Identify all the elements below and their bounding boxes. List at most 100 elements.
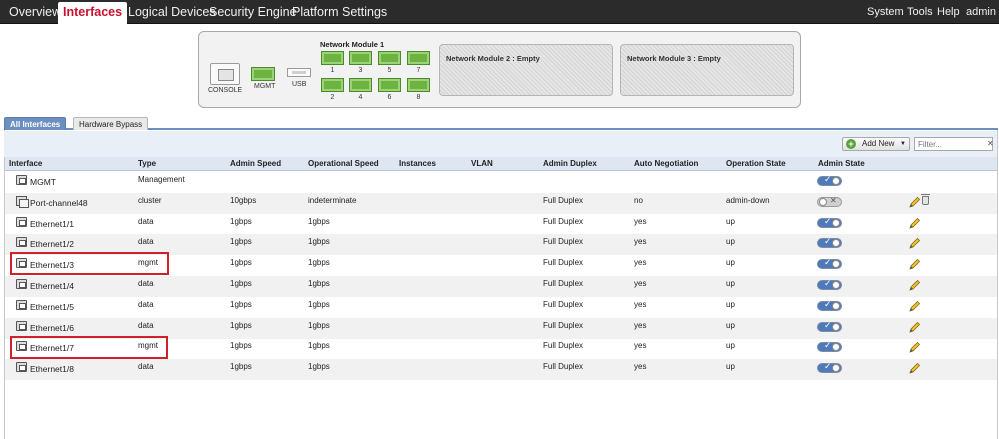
- auto-negotiation-cell: yes: [634, 237, 647, 247]
- admin-speed-cell: 1gbps: [230, 362, 252, 372]
- admin-state-toggle[interactable]: ✓: [817, 320, 842, 332]
- edit-pencil-icon[interactable]: [909, 361, 921, 374]
- col-instances[interactable]: Instances: [399, 157, 436, 171]
- admin-state-toggle[interactable]: ✓: [817, 361, 842, 374]
- operational-speed-cell: 1gbps: [308, 299, 330, 309]
- operational-speed-cell: 1gbps: [308, 320, 330, 330]
- nav-tools[interactable]: Tools: [907, 0, 933, 24]
- table-row[interactable]: Ethernet1/4 data 1gbps 1gbps Full Duplex yes u…: [5, 276, 997, 297]
- admin-state-toggle[interactable]: ✓: [817, 257, 842, 270]
- edit-pencil-icon[interactable]: [909, 278, 921, 291]
- col-admin-speed[interactable]: Admin Speed: [230, 157, 281, 171]
- mgmt-label: MGMT: [254, 83, 276, 90]
- add-icon: +: [846, 139, 856, 149]
- admin-state-toggle[interactable]: ✓: [817, 216, 842, 228]
- edit-pencil-icon[interactable]: [909, 340, 921, 354]
- col-operational-speed[interactable]: Operational Speed: [308, 157, 379, 171]
- admin-state-toggle[interactable]: ✓: [817, 278, 842, 290]
- edit-pencil-icon[interactable]: [909, 257, 921, 270]
- edit-pencil-icon[interactable]: [909, 320, 921, 333]
- admin-speed-cell: 1gbps: [230, 299, 252, 309]
- table-toolbar: + Add New ▼ ✕: [4, 131, 997, 157]
- type-cell: data: [138, 299, 154, 309]
- col-interface[interactable]: Interface: [9, 157, 42, 171]
- operational-speed-cell: 1gbps: [308, 216, 330, 226]
- admin-state-toggle[interactable]: ✓: [817, 299, 842, 311]
- tab-logical-devices[interactable]: Logical Devices: [128, 0, 216, 24]
- toggle-knob: [832, 364, 840, 373]
- module-port-7-icon[interactable]: [407, 51, 430, 65]
- usb-port-icon[interactable]: [287, 68, 311, 77]
- operation-state-cell: admin-down: [726, 195, 770, 205]
- operation-state-cell: up: [726, 258, 735, 268]
- admin-state-toggle[interactable]: ✓: [817, 340, 842, 353]
- check-icon: ✓: [824, 236, 832, 247]
- tab-security-engine[interactable]: Security Engine: [209, 0, 297, 24]
- admin-duplex-cell: Full Duplex: [543, 279, 584, 288]
- module-port-8-icon[interactable]: [407, 78, 430, 92]
- edit-pencil-icon[interactable]: [909, 236, 921, 250]
- col-auto-negotiation[interactable]: Auto Negotiation: [634, 157, 698, 171]
- operational-speed-cell: 1gbps: [308, 258, 330, 268]
- admin-state-toggle[interactable]: ✓: [817, 174, 842, 186]
- admin-state-toggle[interactable]: ✓: [817, 236, 842, 249]
- admin-state-toggle[interactable]: ✕: [817, 196, 842, 207]
- module-port-6-icon[interactable]: [378, 78, 401, 92]
- interface-icon: [16, 175, 27, 185]
- table-row[interactable]: Port-channel48 cluster 10gbps indeterminate…: [5, 192, 997, 214]
- operation-state-cell: up: [726, 299, 735, 309]
- col-type[interactable]: Type: [138, 157, 156, 171]
- table-row[interactable]: Ethernet1/1 data 1gbps 1gbps Full Duplex yes u…: [5, 214, 997, 235]
- interface-name-cell: Ethernet1/6: [30, 322, 74, 333]
- toggle-knob: [832, 281, 840, 289]
- table-row[interactable]: Ethernet1/5 data 1gbps 1gbps Full Duplex yes u…: [5, 297, 997, 318]
- tab-platform-settings[interactable]: Platform Settings: [292, 0, 387, 24]
- table-row[interactable]: MGMT Management ✓: [5, 172, 997, 193]
- auto-negotiation-cell: yes: [634, 299, 647, 309]
- filter-input[interactable]: [914, 137, 993, 151]
- clear-filter-icon[interactable]: ✕: [987, 139, 994, 148]
- add-new-button[interactable]: + Add New ▼: [842, 137, 910, 151]
- type-cell: data: [138, 362, 154, 372]
- col-admin-state[interactable]: Admin State: [818, 157, 865, 171]
- col-operation-state[interactable]: Operation State: [726, 157, 786, 171]
- module-port-3-icon[interactable]: [349, 51, 372, 65]
- module-port-4-icon[interactable]: [349, 78, 372, 92]
- edit-pencil-icon[interactable]: [909, 216, 921, 229]
- admin-duplex-cell: Full Duplex: [543, 341, 584, 351]
- delete-trash-icon[interactable]: [921, 193, 930, 205]
- toggle-knob: [832, 260, 840, 269]
- port-number: 5: [387, 67, 392, 74]
- tab-hardware-bypass[interactable]: Hardware Bypass: [73, 117, 149, 130]
- interface-icon: [16, 299, 27, 310]
- interface-icon: [16, 237, 27, 248]
- auto-negotiation-cell: yes: [634, 341, 647, 351]
- admin-duplex-cell: Full Duplex: [543, 299, 584, 309]
- tab-all-interfaces[interactable]: All Interfaces: [4, 117, 67, 130]
- tab-overview[interactable]: Overview: [9, 0, 61, 24]
- nav-admin-user[interactable]: admin: [966, 0, 996, 24]
- mgmt-port-icon[interactable]: [251, 67, 275, 81]
- module-port-2-icon[interactable]: [321, 78, 344, 92]
- table-row[interactable]: Ethernet1/8 data 1gbps 1gbps Full Duplex yes u…: [5, 359, 997, 381]
- edit-pencil-icon[interactable]: [909, 195, 921, 208]
- check-icon: ✓: [824, 174, 832, 184]
- network-module-3-slot[interactable]: Network Module 3 : Empty: [620, 44, 794, 96]
- tab-interfaces[interactable]: Interfaces: [58, 2, 128, 24]
- col-vlan[interactable]: VLAN: [471, 157, 493, 171]
- module-port-1-icon[interactable]: [321, 51, 344, 65]
- interface-name-cell: Ethernet1/2: [30, 239, 74, 250]
- add-new-label: Add New: [862, 139, 895, 148]
- nav-help[interactable]: Help: [937, 0, 960, 24]
- module-port-5-icon[interactable]: [378, 51, 401, 65]
- interface-name-cell: Ethernet1/1: [30, 218, 74, 229]
- toggle-knob: [819, 197, 827, 206]
- admin-speed-cell: 1gbps: [230, 320, 252, 330]
- nav-system[interactable]: System: [867, 0, 904, 24]
- edit-pencil-icon[interactable]: [909, 299, 921, 312]
- console-port-icon[interactable]: [210, 63, 240, 85]
- col-admin-duplex[interactable]: Admin Duplex: [543, 157, 597, 171]
- network-module-2-slot[interactable]: Network Module 2 : Empty: [439, 44, 613, 96]
- interface-name-cell: MGMT: [30, 177, 56, 187]
- interface-icon: [16, 320, 27, 331]
